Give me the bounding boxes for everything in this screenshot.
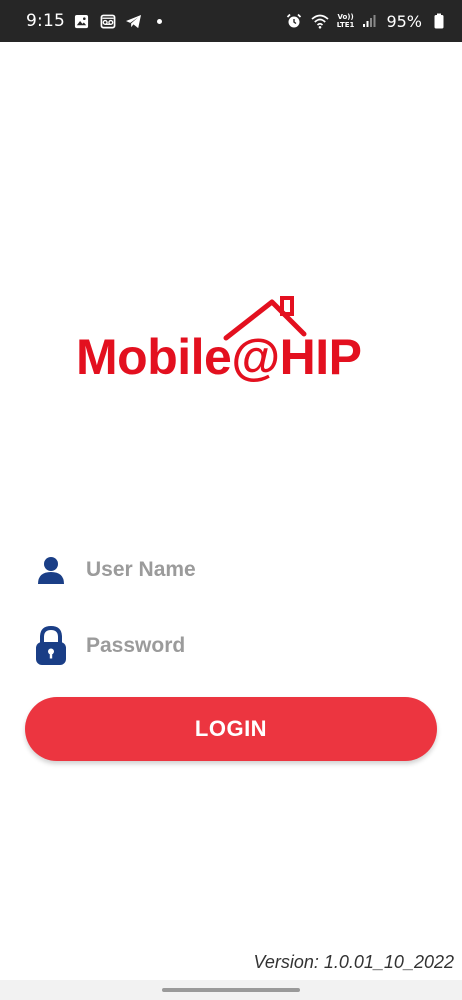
username-input[interactable]	[84, 550, 440, 590]
lte-label: LTE1	[336, 21, 355, 29]
alarm-icon	[285, 12, 303, 30]
volte-label: Vo))	[337, 13, 354, 21]
login-button[interactable]: LOGIN	[25, 697, 437, 761]
password-input[interactable]	[84, 626, 440, 666]
username-row	[30, 542, 440, 598]
status-left: 9:15	[26, 11, 162, 31]
status-time: 9:15	[26, 11, 65, 31]
lock-icon	[30, 625, 72, 667]
gallery-icon	[73, 12, 91, 30]
network-type: Vo)) LTE1	[337, 13, 355, 29]
signal-icon	[360, 12, 378, 30]
password-row	[30, 618, 440, 674]
wifi-icon	[311, 12, 329, 30]
status-bar: 9:15 Vo)) LTE1 95%	[0, 0, 462, 42]
navigation-bar	[0, 980, 462, 1000]
dot-icon	[156, 18, 162, 24]
app-logo: Mobile@HIP	[76, 294, 386, 394]
logo-text: Mobile@HIP	[76, 329, 362, 385]
version-text: Version: 1.0.01_10_2022	[253, 952, 455, 972]
login-screen: 9:15 Vo)) LTE1 95% Mobile@HIP User Name …	[0, 0, 462, 1000]
battery-icon	[430, 12, 448, 30]
battery-percent: 95%	[386, 11, 422, 31]
user-icon	[30, 549, 72, 591]
telegram-icon	[125, 12, 143, 30]
voicemail-icon	[99, 12, 117, 30]
home-indicator[interactable]	[162, 988, 300, 992]
status-right: Vo)) LTE1 95%	[285, 12, 448, 31]
